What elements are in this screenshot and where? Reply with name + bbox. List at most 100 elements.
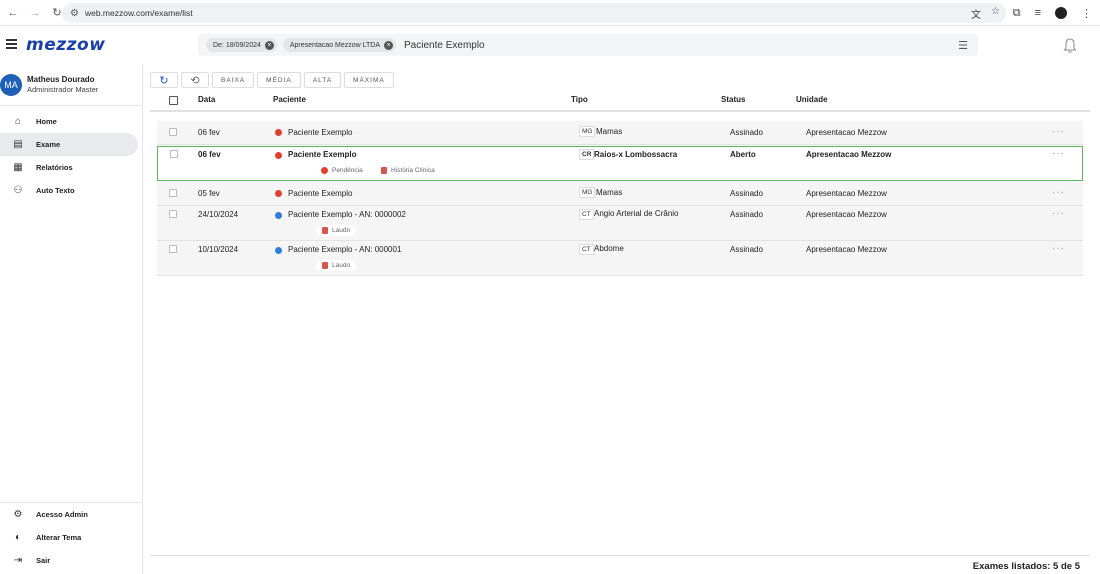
user-profile[interactable]: MA Matheus Dourado Administrador Master — [0, 64, 142, 106]
notification-bell-icon[interactable] — [1063, 38, 1077, 54]
search-input[interactable]: Paciente Exemplo — [404, 40, 485, 51]
column-header-status[interactable]: Status — [721, 95, 745, 104]
column-header-data[interactable]: Data — [198, 95, 215, 104]
more-options-icon[interactable]: ··· — [1052, 126, 1065, 137]
app-logo[interactable]: mezzow — [26, 35, 105, 55]
table-header: Data Paciente Tipo Status Unidade — [150, 90, 1090, 112]
report-doc-icon — [322, 227, 328, 234]
select-all-checkbox[interactable] — [169, 96, 178, 105]
priority-filter-media[interactable]: MÉDIA — [257, 72, 301, 88]
clinical-history-pill[interactable]: História Clínica — [375, 165, 441, 176]
column-header-tipo[interactable]: Tipo — [571, 95, 588, 104]
row-type: Angio Arterial de Crânio — [594, 209, 679, 218]
pending-pill[interactable]: Pendência — [315, 165, 369, 176]
more-options-icon[interactable]: ··· — [1052, 243, 1065, 254]
row-date: 06 fev — [198, 128, 220, 137]
sidebar-item-auto-texto[interactable]: ⚇ Auto Texto — [0, 179, 138, 202]
filter-icon[interactable]: ☰ — [958, 39, 968, 52]
search-bar[interactable]: De: 18/09/2024 × Apresentacao Mezzow LTD… — [198, 34, 978, 56]
profile-avatar-icon[interactable] — [1055, 7, 1067, 19]
avatar[interactable]: MA — [0, 73, 22, 96]
sidebar-item-label: Home — [36, 117, 57, 126]
row-patient: Paciente Exemplo - AN: 000001 — [288, 245, 402, 254]
sidebar-item-label: Auto Texto — [36, 186, 75, 195]
pill-label: Pendência — [332, 167, 363, 174]
clinical-history-icon — [381, 167, 387, 174]
row-checkbox[interactable] — [169, 210, 177, 218]
exam-list-icon: ▤ — [13, 139, 23, 150]
table-row[interactable]: 05 fev Paciente Exemplo MG Mamas Assinad… — [157, 182, 1083, 206]
extensions-icon[interactable]: ⧉ — [1013, 7, 1021, 20]
priority-dot-icon — [275, 212, 282, 219]
priority-dot-icon — [275, 152, 282, 159]
sidebar-item-label: Acesso Admin — [36, 510, 88, 519]
sidebar-item-exame[interactable]: ▤ Exame — [0, 133, 138, 156]
browser-menu-icon[interactable]: ⋮ — [1081, 7, 1092, 20]
priority-dot-icon — [275, 247, 282, 254]
more-options-icon[interactable]: ··· — [1052, 187, 1065, 198]
address-bar[interactable]: ⚙ web.mezzow.com/exame/list 文 ☆ — [62, 3, 1006, 23]
back-arrow-icon[interactable]: ← — [2, 2, 24, 24]
column-header-unidade[interactable]: Unidade — [796, 95, 828, 104]
pill-label: História Clínica — [391, 167, 435, 174]
user-name: Matheus Dourado — [27, 74, 95, 84]
report-pill[interactable]: Laudo — [316, 225, 357, 236]
row-checkbox[interactable] — [169, 189, 177, 197]
refresh-icon[interactable]: ↻ — [150, 72, 178, 88]
more-options-icon[interactable]: ··· — [1052, 208, 1065, 219]
modality-badge: MG — [579, 126, 596, 137]
exam-list: 06 fev Paciente Exemplo MG Mamas Assinad… — [157, 121, 1083, 276]
table-row[interactable]: 06 fev Paciente Exemplo MG Mamas Assinad… — [157, 121, 1083, 145]
report-pill[interactable]: Laudo — [316, 260, 357, 271]
sidebar-item-alterar-tema[interactable]: ◐ Alterar Tema — [0, 526, 138, 549]
more-options-icon[interactable]: ··· — [1052, 148, 1065, 159]
priority-filter-alta[interactable]: ALTA — [303, 72, 342, 88]
row-patient: Paciente Exemplo — [288, 150, 357, 159]
browser-toolbar: ← → ↻ ⚙ web.mezzow.com/exame/list 文 ☆ ⧉ … — [0, 0, 1100, 26]
sidebar-item-sair[interactable]: ⇥ Sair — [0, 549, 138, 572]
chip-remove-icon[interactable]: × — [384, 40, 394, 50]
row-type: Abdome — [594, 244, 624, 253]
row-unit: Apresentacao Mezzow — [806, 189, 887, 198]
sidebar-item-relatorios[interactable]: ▦ Relatórios — [0, 156, 138, 179]
chip-remove-icon[interactable]: × — [264, 40, 274, 50]
row-checkbox[interactable] — [169, 245, 177, 253]
row-unit: Apresentacao Mezzow — [806, 150, 892, 159]
app-header: mezzow De: 18/09/2024 × Apresentacao Mez… — [0, 26, 1100, 64]
url-text: web.mezzow.com/exame/list — [84, 8, 193, 18]
filter-chip-unit[interactable]: Apresentacao Mezzow LTDA × — [282, 38, 397, 52]
table-row[interactable]: 10/10/2024 Paciente Exemplo - AN: 000001… — [157, 241, 1083, 276]
forward-arrow-icon[interactable]: → — [24, 2, 46, 24]
row-patient: Paciente Exemplo — [288, 189, 353, 198]
translate-icon[interactable]: 文 — [971, 6, 981, 21]
row-type: Mamas — [596, 127, 623, 136]
row-patient: Paciente Exemplo - AN: 0000002 — [288, 210, 406, 219]
sidebar-item-label: Exame — [36, 140, 61, 149]
list-toolbar: ↻ ⟲ BAIXA MÉDIA ALTA MÁXIMA — [150, 72, 394, 88]
home-icon: ⌂ — [14, 116, 22, 127]
bookmark-star-icon[interactable]: ☆ — [991, 6, 1000, 21]
sidebar-item-label: Relatórios — [36, 163, 73, 172]
sidebar-item-acesso-admin[interactable]: ⚙ Acesso Admin — [0, 503, 138, 526]
sidebar-item-home[interactable]: ⌂ Home — [0, 110, 138, 133]
footer-divider — [150, 555, 1090, 556]
sidebar: MA Matheus Dourado Administrador Master … — [0, 64, 143, 574]
row-checkbox[interactable] — [169, 128, 177, 136]
priority-filter-baixa[interactable]: BAIXA — [212, 72, 255, 88]
sidebar-item-label: Alterar Tema — [36, 533, 82, 542]
priority-filter-maxima[interactable]: MÁXIMA — [344, 72, 394, 88]
filter-chip-date[interactable]: De: 18/09/2024 × — [206, 38, 277, 52]
menu-hamburger-icon[interactable] — [6, 39, 17, 49]
row-unit: Apresentacao Mezzow — [806, 245, 887, 254]
modality-badge: CT — [579, 209, 594, 220]
modality-badge: CT — [579, 244, 594, 255]
table-row[interactable]: 06 fev Paciente Exemplo CR Raios-x Lombo… — [157, 146, 1083, 181]
row-checkbox[interactable] — [170, 150, 178, 158]
table-row[interactable]: 24/10/2024 Paciente Exemplo - AN: 000000… — [157, 206, 1083, 241]
site-info-icon[interactable]: ⚙ — [70, 8, 79, 19]
row-date: 06 fev — [198, 150, 221, 159]
media-control-icon[interactable]: ≡ — [1035, 7, 1041, 19]
history-icon[interactable]: ⟲ — [181, 72, 209, 88]
row-status: Assinado — [730, 210, 763, 219]
column-header-paciente[interactable]: Paciente — [273, 95, 306, 104]
